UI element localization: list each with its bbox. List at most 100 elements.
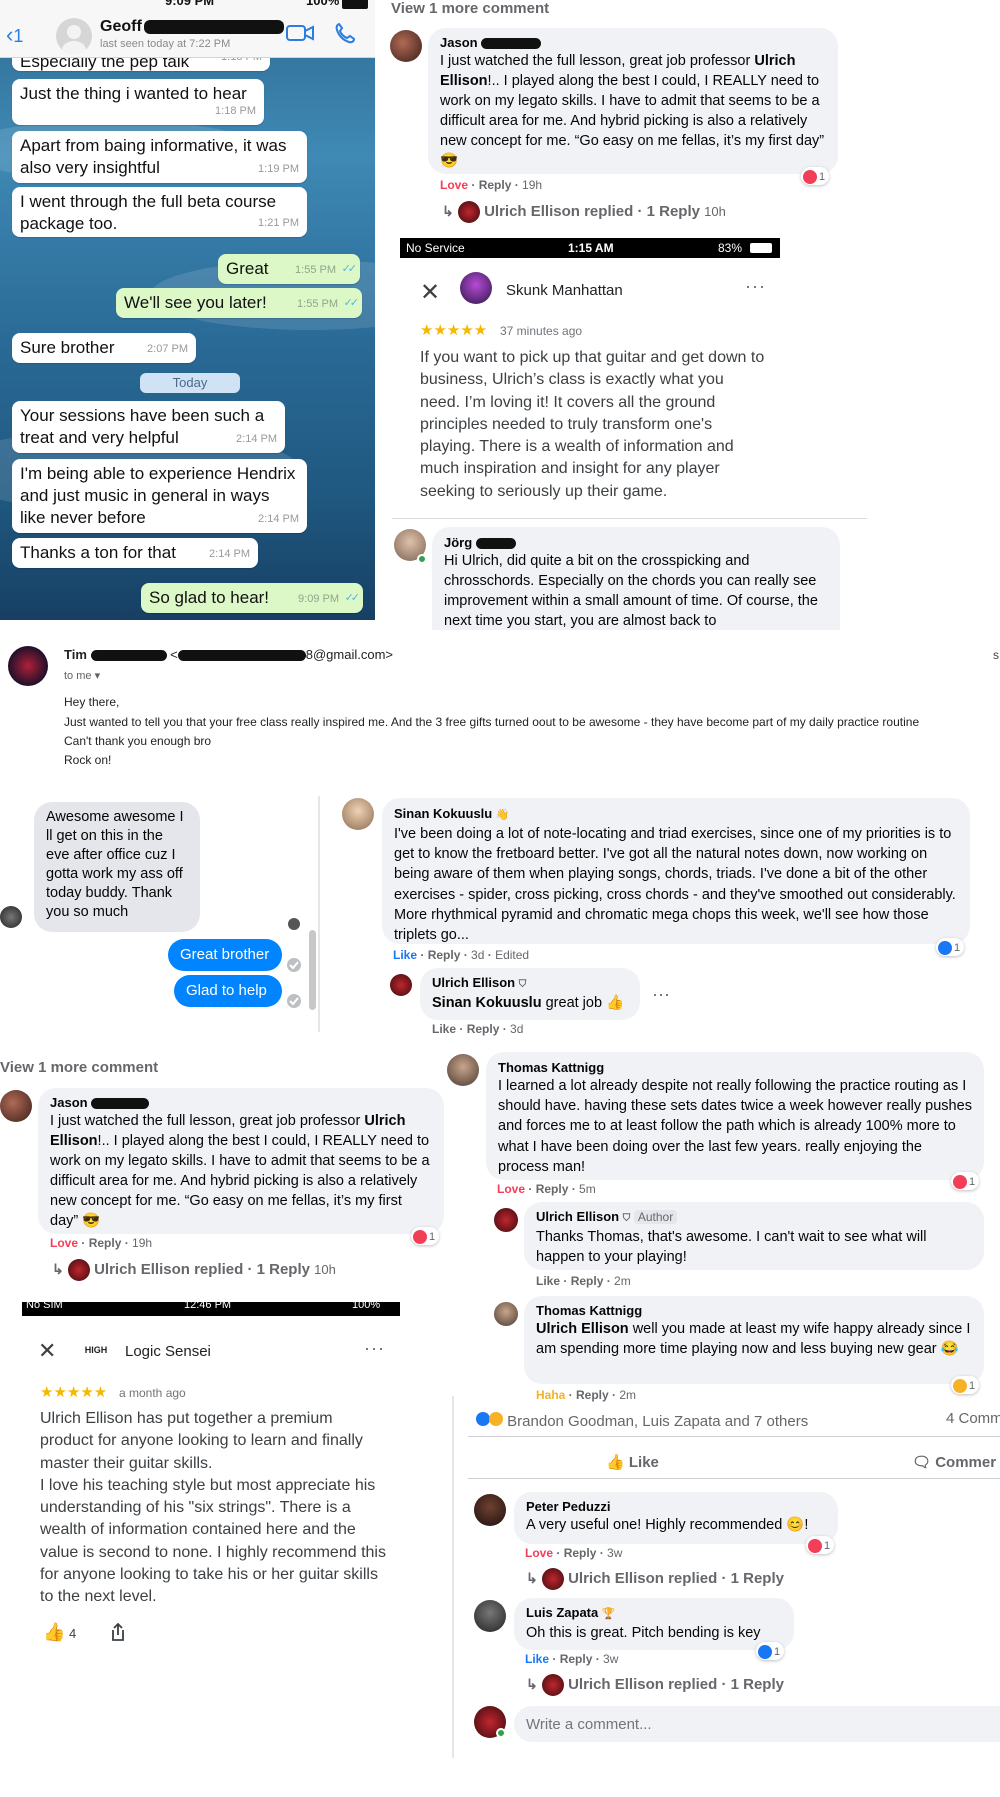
- message-bubble: Thanks a ton for that 2:14 PM: [12, 538, 258, 568]
- name-text: Ulrich Ellison: [432, 975, 516, 990]
- message-time: 1:55 PM: [295, 264, 336, 276]
- reply-action[interactable]: Reply: [576, 1388, 609, 1402]
- review-text: If you want to pick up that guitar and g…: [420, 349, 765, 500]
- commenter-name[interactable]: Ulrich Ellison ⛉ Author: [536, 1208, 972, 1227]
- thumbs-up-icon: 👍: [606, 1454, 625, 1471]
- message-text: Just the thing i wanted to hear: [20, 84, 247, 103]
- love-action[interactable]: Love: [497, 1182, 525, 1196]
- view-more-comments[interactable]: View 1 more comment: [0, 1059, 158, 1076]
- avatar[interactable]: [342, 798, 374, 830]
- comment-input[interactable]: [514, 1706, 1000, 1742]
- status-time: 12:46 PM: [184, 1302, 232, 1311]
- reply-action[interactable]: Reply: [571, 1274, 604, 1288]
- reaction-count[interactable]: 1: [951, 1172, 980, 1190]
- back-button[interactable]: ‹1: [6, 22, 23, 48]
- commenter-name[interactable]: Ulrich Ellison ⛉: [432, 974, 628, 993]
- count: 1: [774, 1645, 781, 1658]
- love-action[interactable]: Love: [440, 178, 468, 192]
- contact-name[interactable]: Geoff: [100, 18, 284, 36]
- recipient: to me: [64, 670, 92, 682]
- comments-count[interactable]: 4 Comm: [946, 1410, 1000, 1427]
- more-options-icon[interactable]: ···: [364, 1338, 385, 1359]
- replies-link[interactable]: ↳ Ulrich Ellison replied · 1 Reply 10h: [442, 201, 726, 223]
- avatar[interactable]: [447, 1054, 479, 1086]
- message-bubble: Sure brother 2:07 PM: [12, 333, 196, 363]
- like-action[interactable]: Like: [432, 1022, 456, 1036]
- view-more-comments[interactable]: View 1 more comment: [391, 0, 549, 17]
- commenter-name[interactable]: Jason: [440, 34, 826, 51]
- count: 1: [824, 1539, 831, 1552]
- sender-email: 8@gmail.com>: [305, 647, 393, 662]
- reply-action[interactable]: Reply: [479, 178, 512, 192]
- reply-action[interactable]: Reply: [467, 1022, 500, 1036]
- commenter-name[interactable]: Thomas Kattnigg: [536, 1302, 972, 1319]
- email-line: Just wanted to tell you that your free c…: [64, 715, 920, 729]
- scrollbar[interactable]: [309, 930, 316, 1010]
- message-bubble: Apart from baing informative, it was als…: [12, 131, 307, 183]
- reaction-count[interactable]: 1: [801, 167, 830, 185]
- reactions-summary[interactable]: Brandon Goodman, Luis Zapata and 7 other…: [476, 1410, 808, 1430]
- comment-actions: Like · Reply · 2m: [536, 1274, 631, 1288]
- love-action[interactable]: Love: [50, 1236, 78, 1250]
- reply-action[interactable]: Reply: [89, 1236, 122, 1250]
- like-action[interactable]: Like: [525, 1652, 549, 1666]
- like-action[interactable]: Like: [393, 948, 417, 962]
- commenter-name[interactable]: Thomas Kattnigg: [498, 1059, 972, 1076]
- avatar[interactable]: [494, 1208, 518, 1232]
- commenter-name[interactable]: Peter Peduzzi: [526, 1498, 826, 1515]
- reaction-count[interactable]: 1: [411, 1227, 440, 1245]
- mention-link[interactable]: Ulrich Ellison: [536, 1321, 629, 1337]
- avatar[interactable]: [56, 18, 92, 54]
- message-text: I'm being able to experience Hendrix and…: [20, 464, 296, 527]
- check-circle-icon: [287, 994, 301, 1008]
- message-bubble-outgoing: So glad to hear! 9:09 PM ✓✓: [141, 583, 363, 613]
- avatar[interactable]: [474, 1600, 506, 1632]
- reaction-count[interactable]: 1: [936, 938, 965, 956]
- comment-text: great job 👍: [541, 995, 625, 1011]
- reply-action[interactable]: Reply: [428, 948, 461, 962]
- message-time: 1:19 PM: [258, 163, 299, 175]
- phone-icon[interactable]: [334, 22, 356, 44]
- avatar[interactable]: [494, 1302, 518, 1326]
- reaction-count[interactable]: 1: [806, 1536, 835, 1554]
- recipient-line[interactable]: to me ▾: [64, 669, 100, 682]
- commenter-name[interactable]: Sinan Kokuuslu 👋: [394, 805, 958, 824]
- replies-link[interactable]: ↳ Ulrich Ellison replied · 1 Reply: [526, 1568, 784, 1590]
- like-button[interactable]: 👍 Like: [606, 1453, 659, 1471]
- share-icon[interactable]: [110, 1622, 126, 1642]
- comment-button[interactable]: 🗨 Commer: [912, 1453, 996, 1471]
- commenter-name[interactable]: Jörg: [444, 534, 828, 551]
- commenter-name[interactable]: Luis Zapata 🏆: [526, 1604, 782, 1623]
- avatar[interactable]: [474, 1494, 506, 1526]
- avatar: [460, 272, 492, 304]
- close-icon[interactable]: ✕: [38, 1338, 56, 1364]
- love-action[interactable]: Love: [525, 1546, 553, 1560]
- reaction-count[interactable]: 1: [756, 1642, 785, 1660]
- haha-action[interactable]: Haha: [536, 1388, 565, 1402]
- helpful-button[interactable]: 👍 4: [43, 1622, 76, 1643]
- seen-avatar: [288, 918, 300, 930]
- reply-action[interactable]: Reply: [564, 1546, 597, 1560]
- replies-link[interactable]: ↳ Ulrich Ellison replied · 1 Reply: [526, 1674, 784, 1696]
- chat-header: 9:09 PM 100% ‹1 Geoff last seen today at…: [0, 0, 375, 58]
- comment-text: I learned a lot already despite not real…: [498, 1078, 972, 1175]
- avatar[interactable]: [390, 974, 412, 996]
- like-action[interactable]: Like: [536, 1274, 560, 1288]
- more-options-icon[interactable]: ···: [745, 276, 766, 297]
- reaction-count[interactable]: 1: [951, 1376, 980, 1394]
- replies-link[interactable]: ↳ Ulrich Ellison replied · 1 Reply 10h: [52, 1259, 336, 1281]
- video-call-icon[interactable]: [286, 24, 314, 42]
- replied-text: Ulrich Ellison replied · 1 Reply: [484, 202, 700, 220]
- avatar[interactable]: [390, 30, 422, 62]
- mention-link[interactable]: Sinan Kokuuslu: [432, 995, 542, 1011]
- more-options-icon[interactable]: ···: [652, 984, 670, 1005]
- comment-age: 3d: [471, 948, 485, 962]
- commenter-name[interactable]: Jason: [50, 1094, 432, 1111]
- date-divider: Today: [140, 373, 240, 393]
- avatar[interactable]: [0, 1090, 32, 1122]
- comment-actions: Like · Reply · 3d · Edited: [393, 948, 530, 962]
- reply-action[interactable]: Reply: [560, 1652, 593, 1666]
- comment-text: I've been doing a lot of note-locating a…: [394, 826, 956, 944]
- reply-action[interactable]: Reply: [536, 1182, 569, 1196]
- close-icon[interactable]: ✕: [420, 278, 440, 307]
